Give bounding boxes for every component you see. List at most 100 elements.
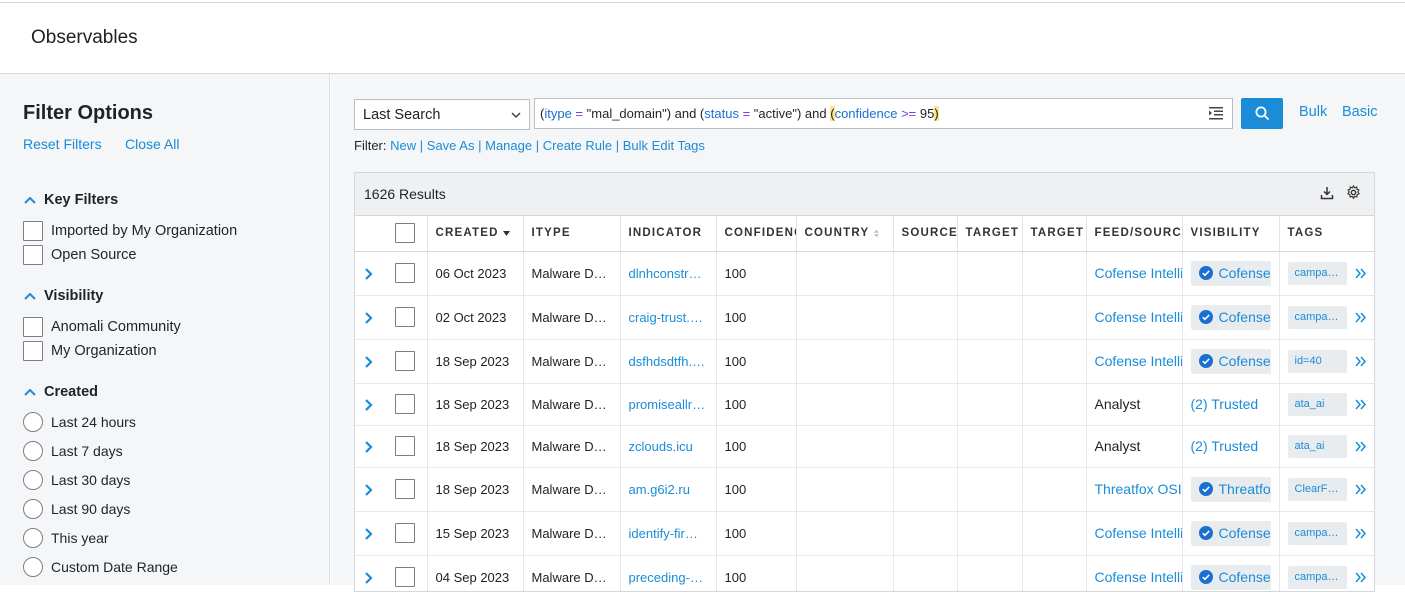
row-checkbox[interactable] <box>394 351 415 371</box>
visibility-pill[interactable]: Cofense <box>1190 564 1271 590</box>
chevron-right-icon[interactable] <box>364 527 374 541</box>
tag-pill[interactable]: campaign <box>1287 261 1347 285</box>
double-chevron-right-icon[interactable] <box>1354 441 1366 452</box>
table-row[interactable]: 18 Sep 2023 Malware Domain zclouds.icu 100 A… <box>355 425 1374 468</box>
created-option-custom-range[interactable]: Custom Date Range <box>23 557 178 577</box>
select-cell[interactable] <box>383 467 428 512</box>
query-format-icon[interactable] <box>1209 107 1223 120</box>
chevron-right-icon[interactable] <box>364 571 374 585</box>
filter-option-open-source[interactable]: Open Source <box>23 245 136 265</box>
table-row[interactable]: 18 Sep 2023 Malware Domain promiseallright… <box>355 383 1374 426</box>
created-section-toggle[interactable]: Created <box>23 384 98 400</box>
table-row[interactable]: 18 Sep 2023 Malware Domain am.g6i2.ru 100 Th… <box>355 467 1374 512</box>
feed-source-cell[interactable]: Cofense Intelligence <box>1086 339 1183 384</box>
radio-button[interactable] <box>23 441 43 461</box>
expand-cell[interactable] <box>355 511 383 556</box>
tag-pill[interactable]: campaign <box>1287 565 1347 589</box>
table-row[interactable]: 18 Sep 2023 Malware Domain dsfhdsdtfh.com 1… <box>355 339 1374 384</box>
visibility-link[interactable]: (2) Trusted <box>1191 396 1259 412</box>
double-chevron-right-icon[interactable] <box>1354 528 1366 539</box>
table-row[interactable]: 06 Oct 2023 Malware Domain dlnhconstructio… <box>355 251 1374 296</box>
header-target[interactable]: TARGET <box>957 216 1023 252</box>
chevron-right-icon[interactable] <box>364 267 374 281</box>
search-button[interactable] <box>1241 98 1283 129</box>
chevron-right-icon[interactable] <box>364 355 374 369</box>
double-chevron-right-icon[interactable] <box>1354 356 1366 367</box>
saved-search-select[interactable]: Last Search <box>354 99 530 130</box>
reset-filters-link[interactable]: Reset Filters <box>23 136 102 152</box>
radio-button[interactable] <box>23 528 43 548</box>
row-checkbox[interactable] <box>394 479 415 499</box>
chevron-right-icon[interactable] <box>364 311 374 325</box>
expand-cell[interactable] <box>355 555 383 591</box>
select-cell[interactable] <box>383 339 428 384</box>
header-visibility[interactable]: VISIBILITY <box>1182 216 1280 252</box>
key-filters-section-toggle[interactable]: Key Filters <box>23 192 118 208</box>
header-indicator[interactable]: INDICATOR <box>620 216 717 252</box>
feed-source-cell[interactable]: Cofense Intelligence <box>1086 555 1183 591</box>
tag-pill[interactable]: ClearFake <box>1287 477 1347 501</box>
radio-button[interactable] <box>23 499 43 519</box>
created-option-7d[interactable]: Last 7 days <box>23 441 123 461</box>
double-chevron-right-icon[interactable] <box>1354 312 1366 323</box>
basic-link[interactable]: Basic <box>1342 104 1377 120</box>
visibility-pill[interactable]: Cofense <box>1190 348 1271 374</box>
feed-source-cell[interactable]: Cofense Intelligence <box>1086 511 1183 556</box>
filter-bulk-edit-tags-link[interactable]: Bulk Edit Tags <box>623 138 705 153</box>
tag-pill[interactable]: campaign <box>1287 305 1347 329</box>
expand-cell[interactable] <box>355 295 383 340</box>
checkbox[interactable] <box>23 317 43 337</box>
tag-pill[interactable]: ata_ai <box>1287 392 1347 416</box>
visibility-pill[interactable]: Cofense <box>1190 520 1271 546</box>
checkbox[interactable] <box>23 245 43 265</box>
gear-icon[interactable] <box>1346 185 1361 200</box>
visibility-section-toggle[interactable]: Visibility <box>23 288 103 304</box>
indicator-link[interactable]: preceding-cell.com <box>620 555 717 591</box>
expand-cell[interactable] <box>355 251 383 296</box>
chevron-right-icon[interactable] <box>364 398 374 412</box>
created-option-this-year[interactable]: This year <box>23 528 109 548</box>
visibility-pill[interactable]: Cofense <box>1190 260 1271 286</box>
select-cell[interactable] <box>383 383 428 426</box>
select-cell[interactable] <box>383 425 428 468</box>
bulk-link[interactable]: Bulk <box>1299 104 1327 120</box>
double-chevron-right-icon[interactable] <box>1354 572 1366 583</box>
tag-pill[interactable]: ata_ai <box>1287 434 1347 458</box>
row-checkbox[interactable] <box>394 567 415 587</box>
checkbox[interactable] <box>23 221 43 241</box>
tag-pill[interactable]: id=40 <box>1287 349 1347 373</box>
double-chevron-right-icon[interactable] <box>1354 399 1366 410</box>
row-checkbox[interactable] <box>394 394 415 414</box>
header-confidence[interactable]: CONFIDENCE <box>716 216 797 252</box>
select-cell[interactable] <box>383 555 428 591</box>
radio-button[interactable] <box>23 412 43 432</box>
row-checkbox[interactable] <box>394 436 415 456</box>
header-source[interactable]: SOURCE <box>893 216 958 252</box>
query-input[interactable]: (itype = "mal_domain") and (status = "ac… <box>534 98 1233 129</box>
header-country[interactable]: COUNTRY <box>796 216 894 252</box>
created-option-90d[interactable]: Last 90 days <box>23 499 130 519</box>
table-row[interactable]: 02 Oct 2023 Malware Domain craig-trust.com… <box>355 295 1374 340</box>
close-all-link[interactable]: Close All <box>125 136 179 152</box>
select-cell[interactable] <box>383 511 428 556</box>
indicator-link[interactable]: am.g6i2.ru <box>620 467 717 512</box>
filter-manage-link[interactable]: Manage <box>485 138 532 153</box>
chevron-right-icon[interactable] <box>364 440 374 454</box>
expand-cell[interactable] <box>355 339 383 384</box>
filter-save-as-link[interactable]: Save As <box>427 138 475 153</box>
table-row[interactable]: 04 Sep 2023 Malware Domain preceding-cell.… <box>355 555 1374 591</box>
visibility-pill[interactable]: Threatfox <box>1190 476 1271 502</box>
double-chevron-right-icon[interactable] <box>1354 268 1366 279</box>
select-cell[interactable] <box>383 251 428 296</box>
visibility-link[interactable]: (2) Trusted <box>1191 438 1259 454</box>
filter-option-anomali-community[interactable]: Anomali Community <box>23 317 181 337</box>
header-itype[interactable]: ITYPE <box>523 216 621 252</box>
download-icon[interactable] <box>1320 186 1334 200</box>
indicator-link[interactable]: promiseallright.com <box>620 383 717 426</box>
expand-cell[interactable] <box>355 383 383 426</box>
row-checkbox[interactable] <box>394 307 415 327</box>
radio-button[interactable] <box>23 470 43 490</box>
expand-cell[interactable] <box>355 425 383 468</box>
filter-create-rule-link[interactable]: Create Rule <box>543 138 612 153</box>
feed-source-cell[interactable]: Cofense Intelligence <box>1086 295 1183 340</box>
